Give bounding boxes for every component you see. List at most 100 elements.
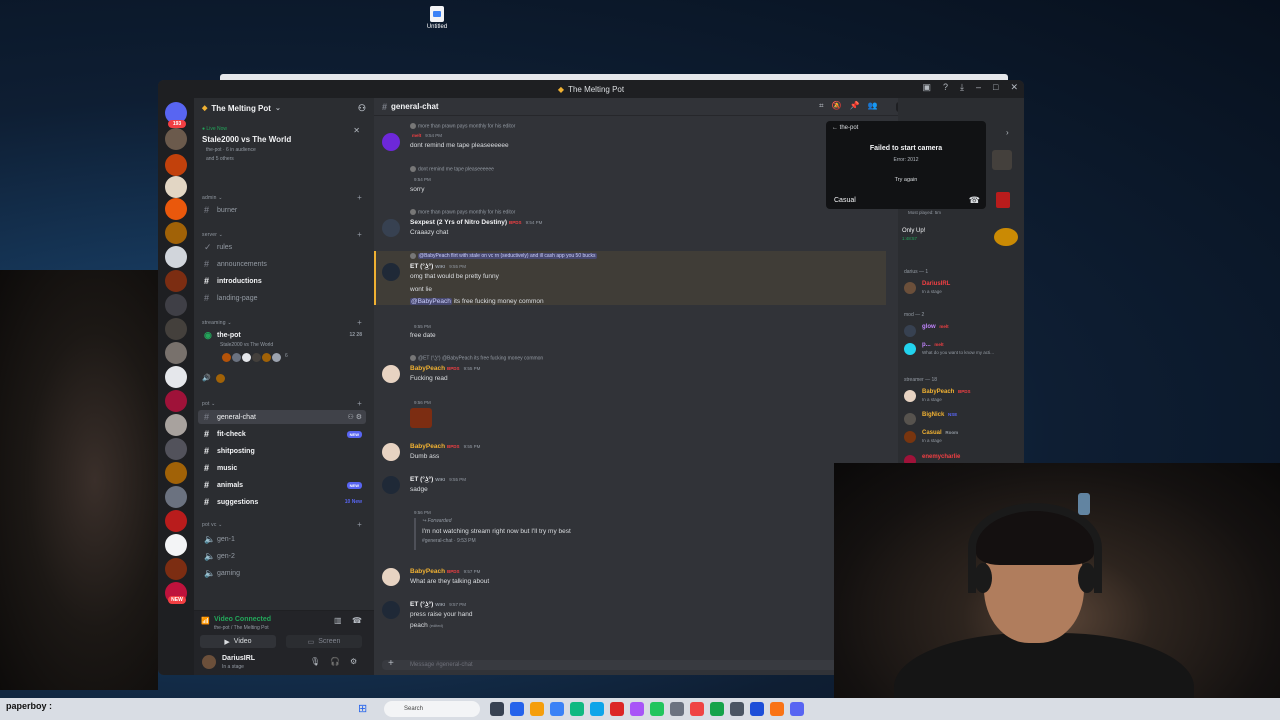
app-icon[interactable] <box>630 702 644 716</box>
channel-introductions[interactable]: # introductions <box>198 274 366 288</box>
channel-landing-page[interactable]: # landing-page <box>198 291 366 305</box>
server-icon[interactable] <box>165 510 187 532</box>
voice-location[interactable]: the-pot / The Melting Pot <box>214 625 269 631</box>
voice-controls-row[interactable]: 🔊 <box>202 374 225 383</box>
reply-preview[interactable]: more than prawn pays monthly for his edi… <box>410 123 515 129</box>
channel-general-chat[interactable]: # general-chat ⚇ ⚙ <box>198 410 366 424</box>
windows-start-icon[interactable]: ⊞ <box>358 702 367 715</box>
voice-channel-gen-2[interactable]: 🔈 gen-2 <box>198 549 366 563</box>
member-item[interactable]: enemycharlie <box>902 453 1022 463</box>
avatar[interactable] <box>382 476 400 494</box>
channel-rules[interactable]: ✓ rules <box>198 240 366 254</box>
disconnect-icon[interactable]: ☎ <box>352 616 362 625</box>
app-icon[interactable] <box>590 702 604 716</box>
member-item[interactable]: BigNick NSE <box>902 411 1022 429</box>
spotify-icon[interactable] <box>650 702 664 716</box>
close-window-button[interactable]: ✕ <box>1010 82 1018 93</box>
soundboard-icon[interactable]: ▥ <box>334 616 342 625</box>
browser-icon[interactable] <box>510 702 524 716</box>
channel-fit-check[interactable]: # fit-check NEW <box>198 427 366 441</box>
server-icon[interactable] <box>165 246 187 268</box>
app-icon[interactable] <box>710 702 724 716</box>
server-icon[interactable] <box>165 176 187 198</box>
server-icon[interactable] <box>165 534 187 556</box>
forwarded-message[interactable]: ↪ Forwarded I'm not watching stream righ… <box>414 518 571 550</box>
app-icon[interactable] <box>610 702 624 716</box>
message-input[interactable]: Message #general-chat <box>410 662 473 668</box>
notification-bell-icon[interactable]: 🔕 <box>832 101 842 111</box>
server-icon[interactable] <box>165 294 187 316</box>
threads-icon[interactable]: ⌗ <box>819 101 824 111</box>
channel-music[interactable]: # music <box>198 461 366 475</box>
avatar[interactable] <box>382 219 400 237</box>
avatar[interactable] <box>202 655 216 669</box>
server-icon[interactable] <box>165 462 187 484</box>
reply-preview[interactable]: @BabyPeach flirt with stale on vc rn (se… <box>410 253 597 260</box>
user-name[interactable]: DariusIRL <box>222 655 255 662</box>
close-icon[interactable]: ✕ <box>353 126 360 135</box>
server-icon[interactable] <box>165 198 187 220</box>
pin-icon[interactable]: 📌 <box>849 101 859 111</box>
maximize-button[interactable]: □ <box>993 82 998 93</box>
message-author[interactable]: ET (°͜ʖ°) WIKI 9:55 PM <box>410 476 466 483</box>
server-icon[interactable] <box>165 342 187 364</box>
avatar[interactable] <box>382 568 400 586</box>
app-icon[interactable] <box>770 702 784 716</box>
server-header[interactable]: ◆ The Melting Pot ⌄ ⚇ <box>194 98 374 118</box>
reply-preview[interactable]: dont remind me tape pleaseeeeee <box>410 166 494 172</box>
channel-announcements[interactable]: # announcements <box>198 257 366 271</box>
message-author[interactable]: BabyPeach BPDS 9:55 PM <box>410 443 480 450</box>
avatar[interactable] <box>382 365 400 383</box>
avatar[interactable] <box>382 133 400 151</box>
avatar[interactable] <box>382 601 400 619</box>
category-admin[interactable]: ADMIN ⌄ + <box>202 193 366 202</box>
download-icon[interactable]: ⤓ <box>960 82 964 93</box>
add-user-icon[interactable]: ⚇ <box>358 103 366 114</box>
minimize-button[interactable]: – <box>976 82 981 93</box>
message-author[interactable]: ET (°͜ʖ°) WIKI 9:57 PM <box>410 601 466 608</box>
server-icon[interactable] <box>165 558 187 580</box>
image-attachment[interactable] <box>410 408 432 428</box>
message-author[interactable]: melt 9:54 PM <box>410 132 442 139</box>
app-icon[interactable] <box>670 702 684 716</box>
channel-burner[interactable]: # burner <box>198 203 366 217</box>
microphone-icon[interactable]: 🎙 <box>310 657 320 666</box>
try-again-button[interactable]: Try again <box>826 177 986 183</box>
server-icon[interactable] <box>165 390 187 412</box>
message-author[interactable]: ET (°͜ʖ°) WIKI 9:55 PM <box>410 263 466 270</box>
category-server[interactable]: server ⌄ + <box>202 230 366 239</box>
task-view-icon[interactable] <box>490 702 504 716</box>
live-stage-card[interactable]: ● Live Now Stale2000 vs The World the-po… <box>198 126 366 174</box>
server-icon[interactable] <box>165 222 187 244</box>
back-to-channel-link[interactable]: ← the-pot <box>832 125 858 131</box>
help-icon[interactable]: ? <box>943 82 948 93</box>
file-explorer-icon[interactable] <box>530 702 544 716</box>
server-icon[interactable] <box>165 318 187 340</box>
member-item[interactable]: BabyPeach BPDS In a stage <box>902 388 1022 406</box>
chevron-right-icon[interactable]: › <box>1006 128 1009 137</box>
server-icon[interactable] <box>165 486 187 508</box>
server-icon[interactable] <box>165 366 187 388</box>
app-icon[interactable] <box>570 702 584 716</box>
app-icon[interactable] <box>550 702 564 716</box>
category-pot[interactable]: pot ⌄ + <box>202 399 366 408</box>
member-item[interactable]: glow melt <box>902 323 1022 341</box>
signal-icon[interactable]: 📶 <box>201 617 210 625</box>
channel-shitposting[interactable]: # shitposting <box>198 444 366 458</box>
inbox-icon[interactable]: ▣ <box>922 82 931 93</box>
category-streaming[interactable]: streaming ⌄ + <box>202 318 366 327</box>
avatar[interactable] <box>382 443 400 461</box>
message-author[interactable]: BabyPeach BPDS 9:57 PM <box>410 568 480 575</box>
hang-up-icon[interactable]: ☎ <box>969 195 980 206</box>
reply-preview[interactable]: more than prawn pays monthly for his edi… <box>410 209 515 215</box>
app-icon[interactable] <box>730 702 744 716</box>
server-icon[interactable] <box>165 128 187 150</box>
message-author[interactable]: Sexpest (2 Yrs of Nitro Destiny) BPDS 9:54… <box>410 219 542 226</box>
server-icon[interactable] <box>165 438 187 460</box>
voice-participants[interactable]: 6 <box>222 353 288 362</box>
message-author[interactable]: 9:56 PM <box>410 509 431 516</box>
voice-channel-gaming[interactable]: 🔈 gaming <box>198 566 366 580</box>
category-pot-vc[interactable]: pot vc ⌄ + <box>202 520 366 529</box>
message-author[interactable]: 9:56 PM <box>410 399 431 406</box>
reply-preview[interactable]: @ET (°͜ʖ°) @BabyPeach its free fucking m… <box>410 355 543 361</box>
